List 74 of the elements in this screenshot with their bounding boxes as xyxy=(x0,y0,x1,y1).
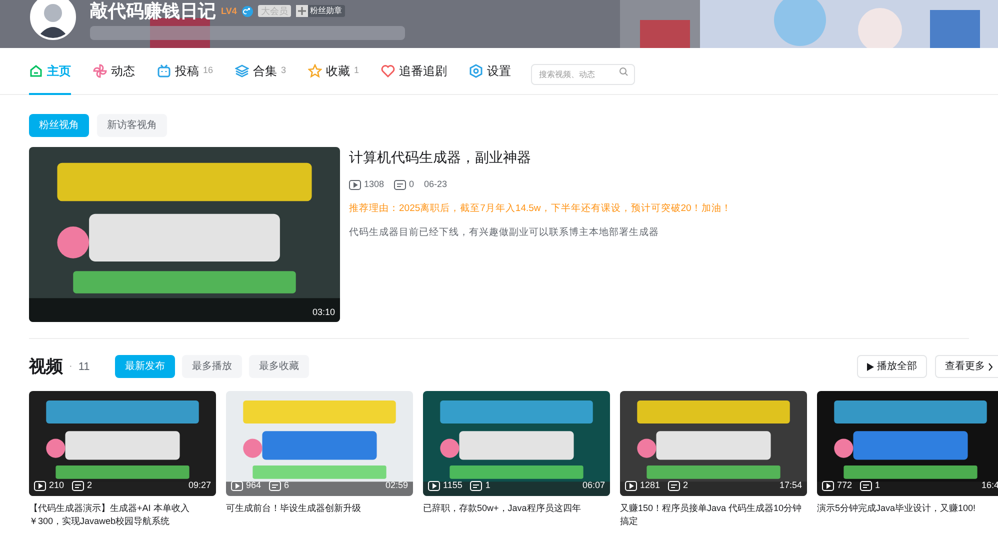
video-description: 代码生成器目前已经下线，有兴趣做副业可以联系博主本地部署生成器 xyxy=(349,226,660,240)
video-count: 11 xyxy=(78,360,90,374)
nav-tab[interactable]: 合集 3 xyxy=(235,48,286,94)
play-count-icon xyxy=(625,480,637,491)
publish-date: 06-23 xyxy=(424,178,448,191)
view-more-button[interactable]: 查看更多 xyxy=(935,355,998,378)
comment-icon xyxy=(394,180,406,190)
video-thumbnail[interactable]: 210 2 09:27 xyxy=(29,390,216,496)
level-label: LV4 xyxy=(221,6,237,16)
play-icon xyxy=(867,362,874,371)
view-count: 964 xyxy=(246,479,262,492)
nav-tab[interactable]: 投稿 16 xyxy=(157,48,214,94)
comment-count: 1 xyxy=(485,479,490,492)
comment-count: 2 xyxy=(87,479,92,492)
comment-icon xyxy=(72,480,84,491)
play-count-icon xyxy=(349,180,361,190)
comment-count: 1 xyxy=(875,479,880,492)
plus-icon xyxy=(298,7,306,15)
comment-count: 2 xyxy=(683,479,688,492)
fan-medal-label: 粉丝勋章 xyxy=(310,5,342,17)
video-title[interactable]: 可生成前台！毕设生成器创新升级 xyxy=(226,502,413,514)
view-count: 772 xyxy=(837,479,852,492)
view-count: 1155 xyxy=(443,479,462,492)
video-duration: 06:07 xyxy=(582,479,605,492)
play-count-icon xyxy=(34,480,46,491)
comment-icon xyxy=(860,480,872,491)
nav-tab[interactable]: 动态 xyxy=(93,48,135,94)
recommend-reason: 推荐理由：2025离职后，截至7月年入14.5w，下半年还有课设，预计可突破20！加油！ xyxy=(349,202,732,216)
heart-icon xyxy=(381,64,396,78)
video-thumbnail[interactable]: 1281 2 17:54 xyxy=(620,390,807,496)
layers-icon xyxy=(235,64,250,78)
search-field[interactable]: 搜索视频、动态 xyxy=(531,64,636,84)
play-count-icon xyxy=(231,480,243,491)
fan-medal-badge[interactable]: 粉丝勋章 xyxy=(296,5,345,17)
home-icon xyxy=(29,64,43,78)
video-duration: 09:27 xyxy=(188,479,211,492)
video-thumbnail[interactable]: 964 6 02:59 xyxy=(226,390,413,496)
pinwheel-icon xyxy=(93,64,107,78)
comment-count: 6 xyxy=(284,479,290,492)
featured-title[interactable]: 计算机代码生成器，副业神器 xyxy=(349,148,732,166)
video-duration: 02:59 xyxy=(385,479,408,492)
video-duration: 17:54 xyxy=(779,479,802,492)
view-toggle[interactable]: 新访客视角 xyxy=(97,114,167,137)
comment-icon xyxy=(668,480,680,491)
view-count: 1281 xyxy=(640,479,660,492)
star-icon xyxy=(308,64,322,78)
video-duration: 03:10 xyxy=(312,306,335,318)
sort-tab[interactable]: 最多收藏 xyxy=(248,355,309,378)
comment-icon xyxy=(269,480,282,491)
view-count: 1308 xyxy=(364,178,384,191)
tv-icon xyxy=(157,64,171,78)
username: 敲代码赚钱日记 xyxy=(90,0,216,22)
nav-tab[interactable]: 追番追剧 xyxy=(381,48,448,94)
male-icon xyxy=(242,6,253,16)
video-title[interactable]: 【代码生成器演示】生成器+AI 本单收入￥300，实现Javaweb校园导航系统 xyxy=(29,502,216,528)
nav-tab[interactable]: 收藏 1 xyxy=(308,48,360,94)
featured-thumbnail[interactable]: 03:10 xyxy=(29,147,340,322)
play-count-icon xyxy=(822,480,834,491)
video-thumbnail[interactable]: 1155 1 06:07 xyxy=(423,390,610,496)
settings-icon xyxy=(469,64,484,78)
comment-count: 0 xyxy=(409,178,414,191)
sort-tab[interactable]: 最多播放 xyxy=(182,355,242,378)
separator-dot: · xyxy=(69,360,72,374)
chevron-right-icon xyxy=(988,362,993,371)
video-title[interactable]: 已辞职，存款50w+，Java程序员这四年 xyxy=(423,502,610,514)
view-count: 210 xyxy=(49,479,64,492)
play-all-button[interactable]: 播放全部 xyxy=(857,355,927,378)
nav-tab[interactable]: 设置 xyxy=(469,48,512,94)
search-icon xyxy=(619,66,628,76)
comment-icon xyxy=(470,480,482,491)
play-count-icon xyxy=(428,480,440,491)
section-title: 视频 xyxy=(29,356,63,378)
video-title[interactable]: 演示5分钟完成Java毕业设计，又赚100! xyxy=(817,502,998,514)
video-title[interactable]: 又赚150！程序员接单Java 代码生成器10分钟搞定 xyxy=(620,502,807,528)
